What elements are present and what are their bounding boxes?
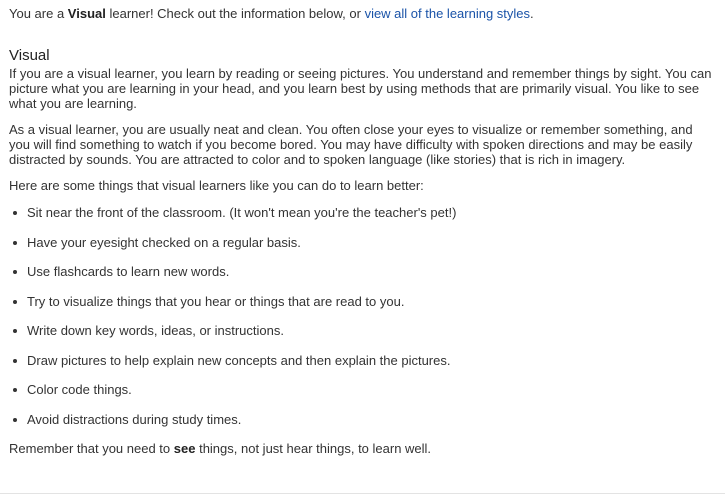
- tip-text: Have your eyesight checked on a regular …: [27, 234, 301, 250]
- description-paragraph-2: As a visual learner, you are usually nea…: [9, 122, 693, 167]
- list-item: Have your eyesight checked on a regular …: [9, 235, 715, 250]
- tip-text: Draw pictures to help explain new concep…: [27, 352, 451, 368]
- closing-line: Remember that you need to see things, no…: [9, 441, 715, 456]
- list-item: Draw pictures to help explain new concep…: [9, 353, 715, 368]
- tips-lead-text: Here are some things that visual learner…: [9, 178, 424, 193]
- tip-text: Try to visualize things that you hear or…: [27, 293, 405, 309]
- learning-style-page: You are a Visual learner! Check out the …: [0, 0, 725, 496]
- list-item: Avoid distractions during study times.: [9, 412, 715, 427]
- bullet-icon: [13, 358, 17, 363]
- tip-text: Write down key words, ideas, or instruct…: [27, 323, 284, 338]
- list-item: Try to visualize things that you hear or…: [9, 294, 715, 309]
- list-item: Sit near the front of the classroom. (It…: [9, 205, 715, 220]
- list-item: Color code things.: [9, 382, 715, 397]
- outro-emphasis: see: [173, 441, 196, 456]
- learning-style-name: Visual: [67, 6, 106, 21]
- list-item: Write down key words, ideas, or instruct…: [9, 323, 715, 338]
- outro-prefix: Remember that you need to: [9, 441, 174, 456]
- tip-text: Use flashcards to learn new words.: [27, 264, 230, 279]
- bullet-icon: [13, 388, 17, 392]
- tip-text: Avoid distractions during study times.: [27, 411, 242, 427]
- outro-suffix: things, not just hear things, to learn w…: [195, 441, 432, 456]
- view-all-learning-styles-link[interactable]: view all of the learning styles: [365, 6, 530, 21]
- bullet-icon: [13, 329, 17, 333]
- intro-suffix: .: [530, 6, 534, 21]
- description-paragraph-1: If you are a visual learner, you learn b…: [9, 66, 712, 111]
- tip-text: Color code things.: [27, 382, 132, 397]
- bullet-icon: [13, 417, 17, 422]
- section-heading: Visual: [9, 47, 50, 64]
- intro-line: You are a Visual learner! Check out the …: [9, 5, 715, 22]
- tip-text: Sit near the front of the classroom. (It…: [27, 205, 457, 220]
- bullet-icon: [13, 299, 17, 304]
- intro-prefix: You are a: [9, 6, 68, 21]
- list-item: Use flashcards to learn new words.: [9, 264, 715, 279]
- intro-middle: learner! Check out the information below…: [105, 6, 365, 21]
- bottom-divider: [0, 493, 725, 494]
- bullet-icon: [13, 270, 17, 274]
- bullet-icon: [13, 211, 17, 215]
- tips-list: Sit near the front of the classroom. (It…: [9, 205, 715, 427]
- bullet-icon: [13, 240, 17, 245]
